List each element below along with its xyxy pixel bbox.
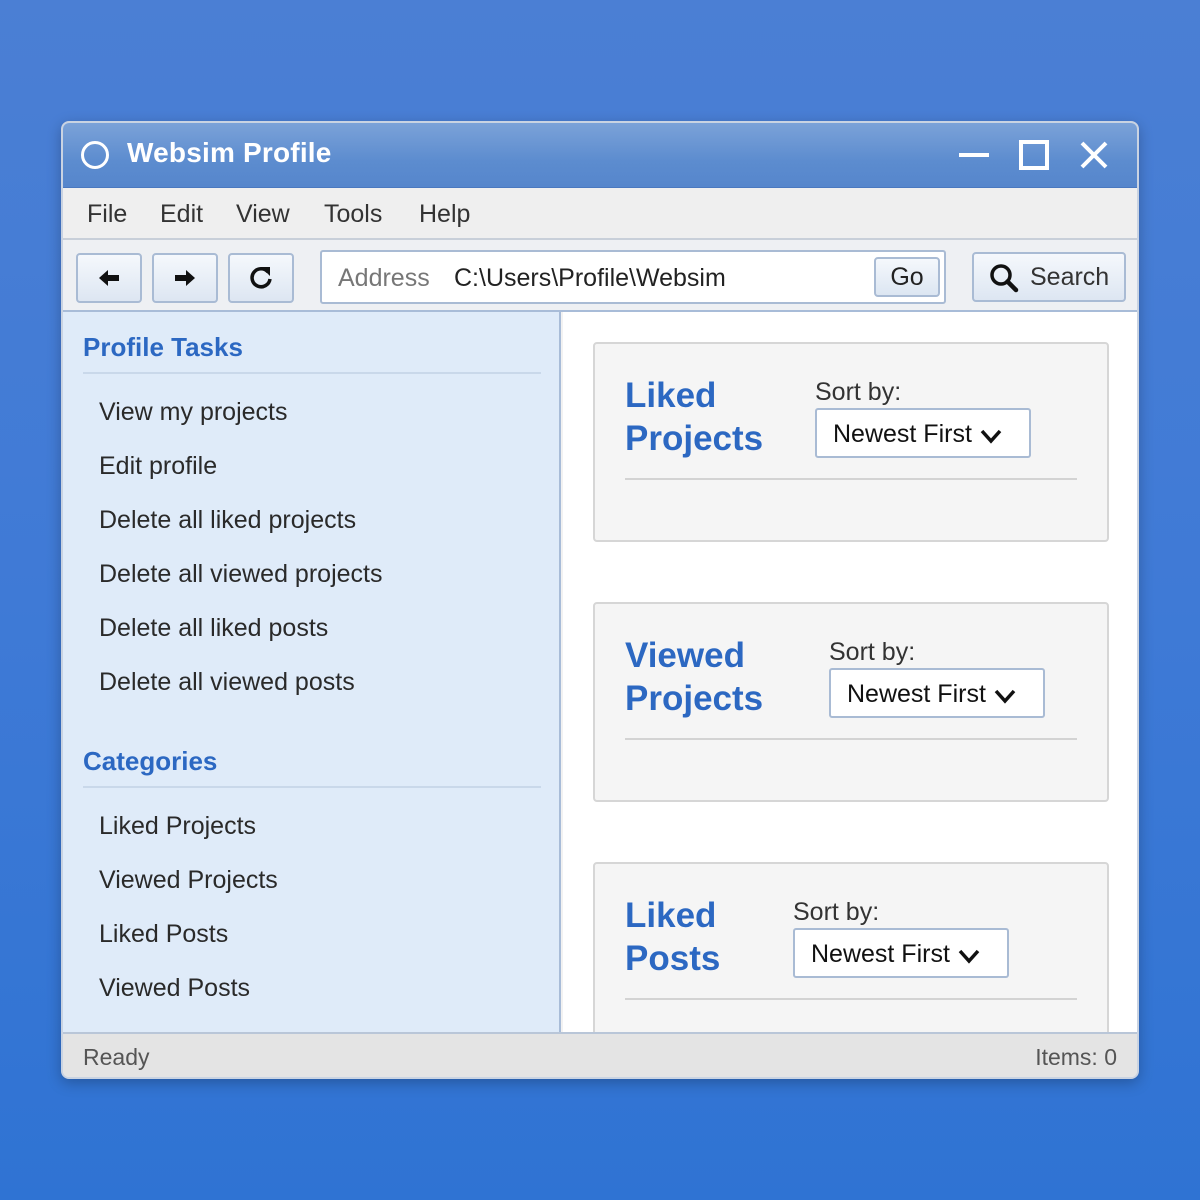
circle-icon [81,141,109,169]
address-bar[interactable]: Address C:\Users\Profile\Websim Go [320,250,946,304]
divider [625,478,1077,480]
panel-title: Liked Projects [625,374,795,460]
task-delete-viewed-posts[interactable]: Delete all viewed posts [99,668,355,697]
menu-bar: File Edit View Tools Help [63,188,1137,240]
divider [83,786,541,788]
panel-title-line2: Projects [625,679,764,718]
app-window: Websim Profile File Edit View Tools Help [61,121,1139,1079]
title-bar[interactable]: Websim Profile [63,123,1137,188]
task-delete-viewed-projects[interactable]: Delete all viewed projects [99,560,382,589]
minimize-button[interactable] [956,137,992,173]
viewed-projects-panel: Viewed Projects Sort by: Newest First [593,602,1109,802]
status-bar: Ready Items: 0 [63,1032,1137,1077]
profile-tasks-heading: Profile Tasks [83,332,243,362]
window-title: Websim Profile [127,137,332,168]
panel-title-line2: Projects [625,419,764,458]
search-button[interactable]: Search [972,252,1126,302]
chevron-down-icon [994,689,1016,704]
menu-view[interactable]: View [236,200,290,229]
sort-value: Newest First [847,680,986,708]
sort-label: Sort by: [815,378,902,406]
sort-dropdown[interactable]: Newest First [829,668,1045,718]
menu-help[interactable]: Help [419,200,470,229]
magnifier-icon [990,264,1019,293]
go-button[interactable]: Go [874,257,940,297]
toolbar: Address C:\Users\Profile\Websim Go Searc… [63,240,1137,312]
task-view-my-projects[interactable]: View my projects [99,398,288,427]
refresh-button[interactable] [228,253,294,303]
maximize-button[interactable] [1016,137,1052,173]
divider [625,738,1077,740]
menu-edit[interactable]: Edit [160,200,203,229]
liked-posts-panel: Liked Posts Sort by: Newest First [593,862,1109,1032]
task-delete-liked-posts[interactable]: Delete all liked posts [99,614,328,643]
category-viewed-posts[interactable]: Viewed Posts [99,974,250,1003]
sort-value: Newest First [811,940,950,968]
item-count: Items: 0 [1035,1044,1117,1070]
refresh-icon [250,267,272,289]
menu-tools[interactable]: Tools [324,200,382,229]
liked-projects-panel: Liked Projects Sort by: Newest First [593,342,1109,542]
panel-title-line1: Liked [625,896,717,935]
sort-value: Newest First [833,420,972,448]
sidebar: Profile Tasks View my projects Edit prof… [63,312,561,1032]
task-delete-liked-projects[interactable]: Delete all liked projects [99,506,356,535]
arrow-right-icon [175,270,195,286]
panel-title: Viewed Projects [625,634,795,720]
address-label: Address [338,264,430,292]
status-text: Ready [83,1044,150,1070]
chevron-down-icon [958,949,980,964]
maximize-icon [1019,140,1049,170]
panel-title-line2: Posts [625,939,721,978]
sort-dropdown[interactable]: Newest First [815,408,1031,458]
panel-title: Liked Posts [625,894,795,980]
divider [625,998,1077,1000]
categories-heading: Categories [83,746,218,776]
chevron-down-icon [980,429,1002,444]
close-button[interactable] [1076,137,1112,173]
category-liked-projects[interactable]: Liked Projects [99,812,256,841]
panel-title-line1: Liked [625,376,717,415]
close-icon [1080,141,1108,169]
menu-file[interactable]: File [87,200,127,229]
category-liked-posts[interactable]: Liked Posts [99,920,228,949]
task-edit-profile[interactable]: Edit profile [99,452,217,481]
category-viewed-projects[interactable]: Viewed Projects [99,866,278,895]
sort-label: Sort by: [829,638,916,666]
address-input[interactable]: C:\Users\Profile\Websim [454,264,726,293]
forward-button[interactable] [152,253,218,303]
minimize-icon [959,153,989,157]
divider [83,372,541,374]
search-label: Search [1030,263,1110,291]
back-button[interactable] [76,253,142,303]
main-content: Liked Projects Sort by: Newest First Vie… [563,312,1137,1032]
sort-dropdown[interactable]: Newest First [793,928,1009,978]
sort-label: Sort by: [793,898,880,926]
panel-title-line1: Viewed [625,636,745,675]
arrow-left-icon [99,270,119,286]
